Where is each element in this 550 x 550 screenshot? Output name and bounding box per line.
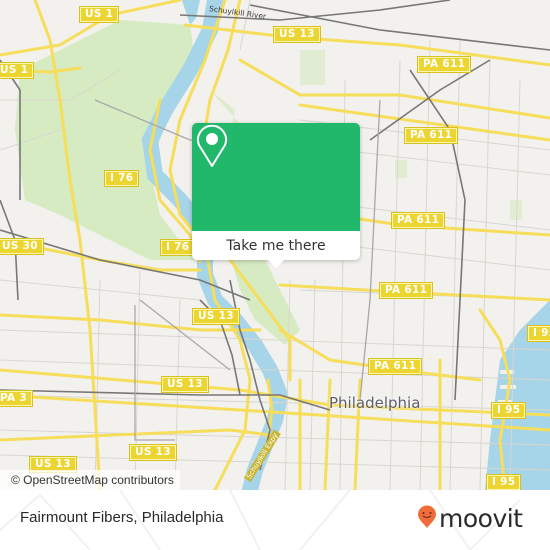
route-shield-pa611: PA 611 [418, 57, 471, 72]
popup-header [192, 123, 360, 231]
moovit-wordmark: moovit [439, 504, 523, 533]
park-fairmount-west [15, 20, 195, 260]
route-shield-us13: US 13 [130, 445, 176, 460]
route-shield-us1: US 1 [80, 7, 119, 22]
route-shield-i76: I 76 [105, 171, 139, 186]
place-name: Fairmount Fibers, Philadelphia [20, 509, 224, 526]
route-shield-i95: I 95 [487, 475, 521, 490]
route-shield-pa3: PA 3 [0, 391, 33, 406]
moovit-pin-icon [417, 505, 437, 533]
map-attribution[interactable]: © OpenStreetMap contributors [0, 470, 180, 490]
route-shield-i76: I 76 [161, 240, 195, 255]
take-me-there-button[interactable]: Take me there [192, 231, 360, 260]
route-shield-i95: I 95 [492, 403, 526, 418]
route-shield-pa611: PA 611 [380, 283, 433, 298]
map-canvas[interactable]: Schuylkill River Schuylkill Expy US 1 US… [0, 0, 550, 490]
route-shield-us13: US 13 [274, 27, 320, 42]
route-shield-us30: US 30 [0, 239, 43, 254]
route-shield-i95: I 95 [528, 326, 550, 341]
route-shield-us13: US 13 [162, 377, 208, 392]
route-shield-pa611: PA 611 [405, 128, 458, 143]
route-shield-us13: US 13 [193, 309, 239, 324]
location-popup: Take me there [192, 123, 360, 268]
route-shield-pa611: PA 611 [392, 213, 445, 228]
route-shield-us1: US 1 [0, 63, 34, 78]
popup-pointer [268, 260, 284, 268]
route-shield-pa611: PA 611 [369, 359, 422, 374]
city-label: Philadelphia [329, 394, 421, 412]
footer-bar: Fairmount Fibers, Philadelphia moovit [0, 490, 550, 550]
moovit-logo[interactable]: moovit [417, 505, 523, 533]
